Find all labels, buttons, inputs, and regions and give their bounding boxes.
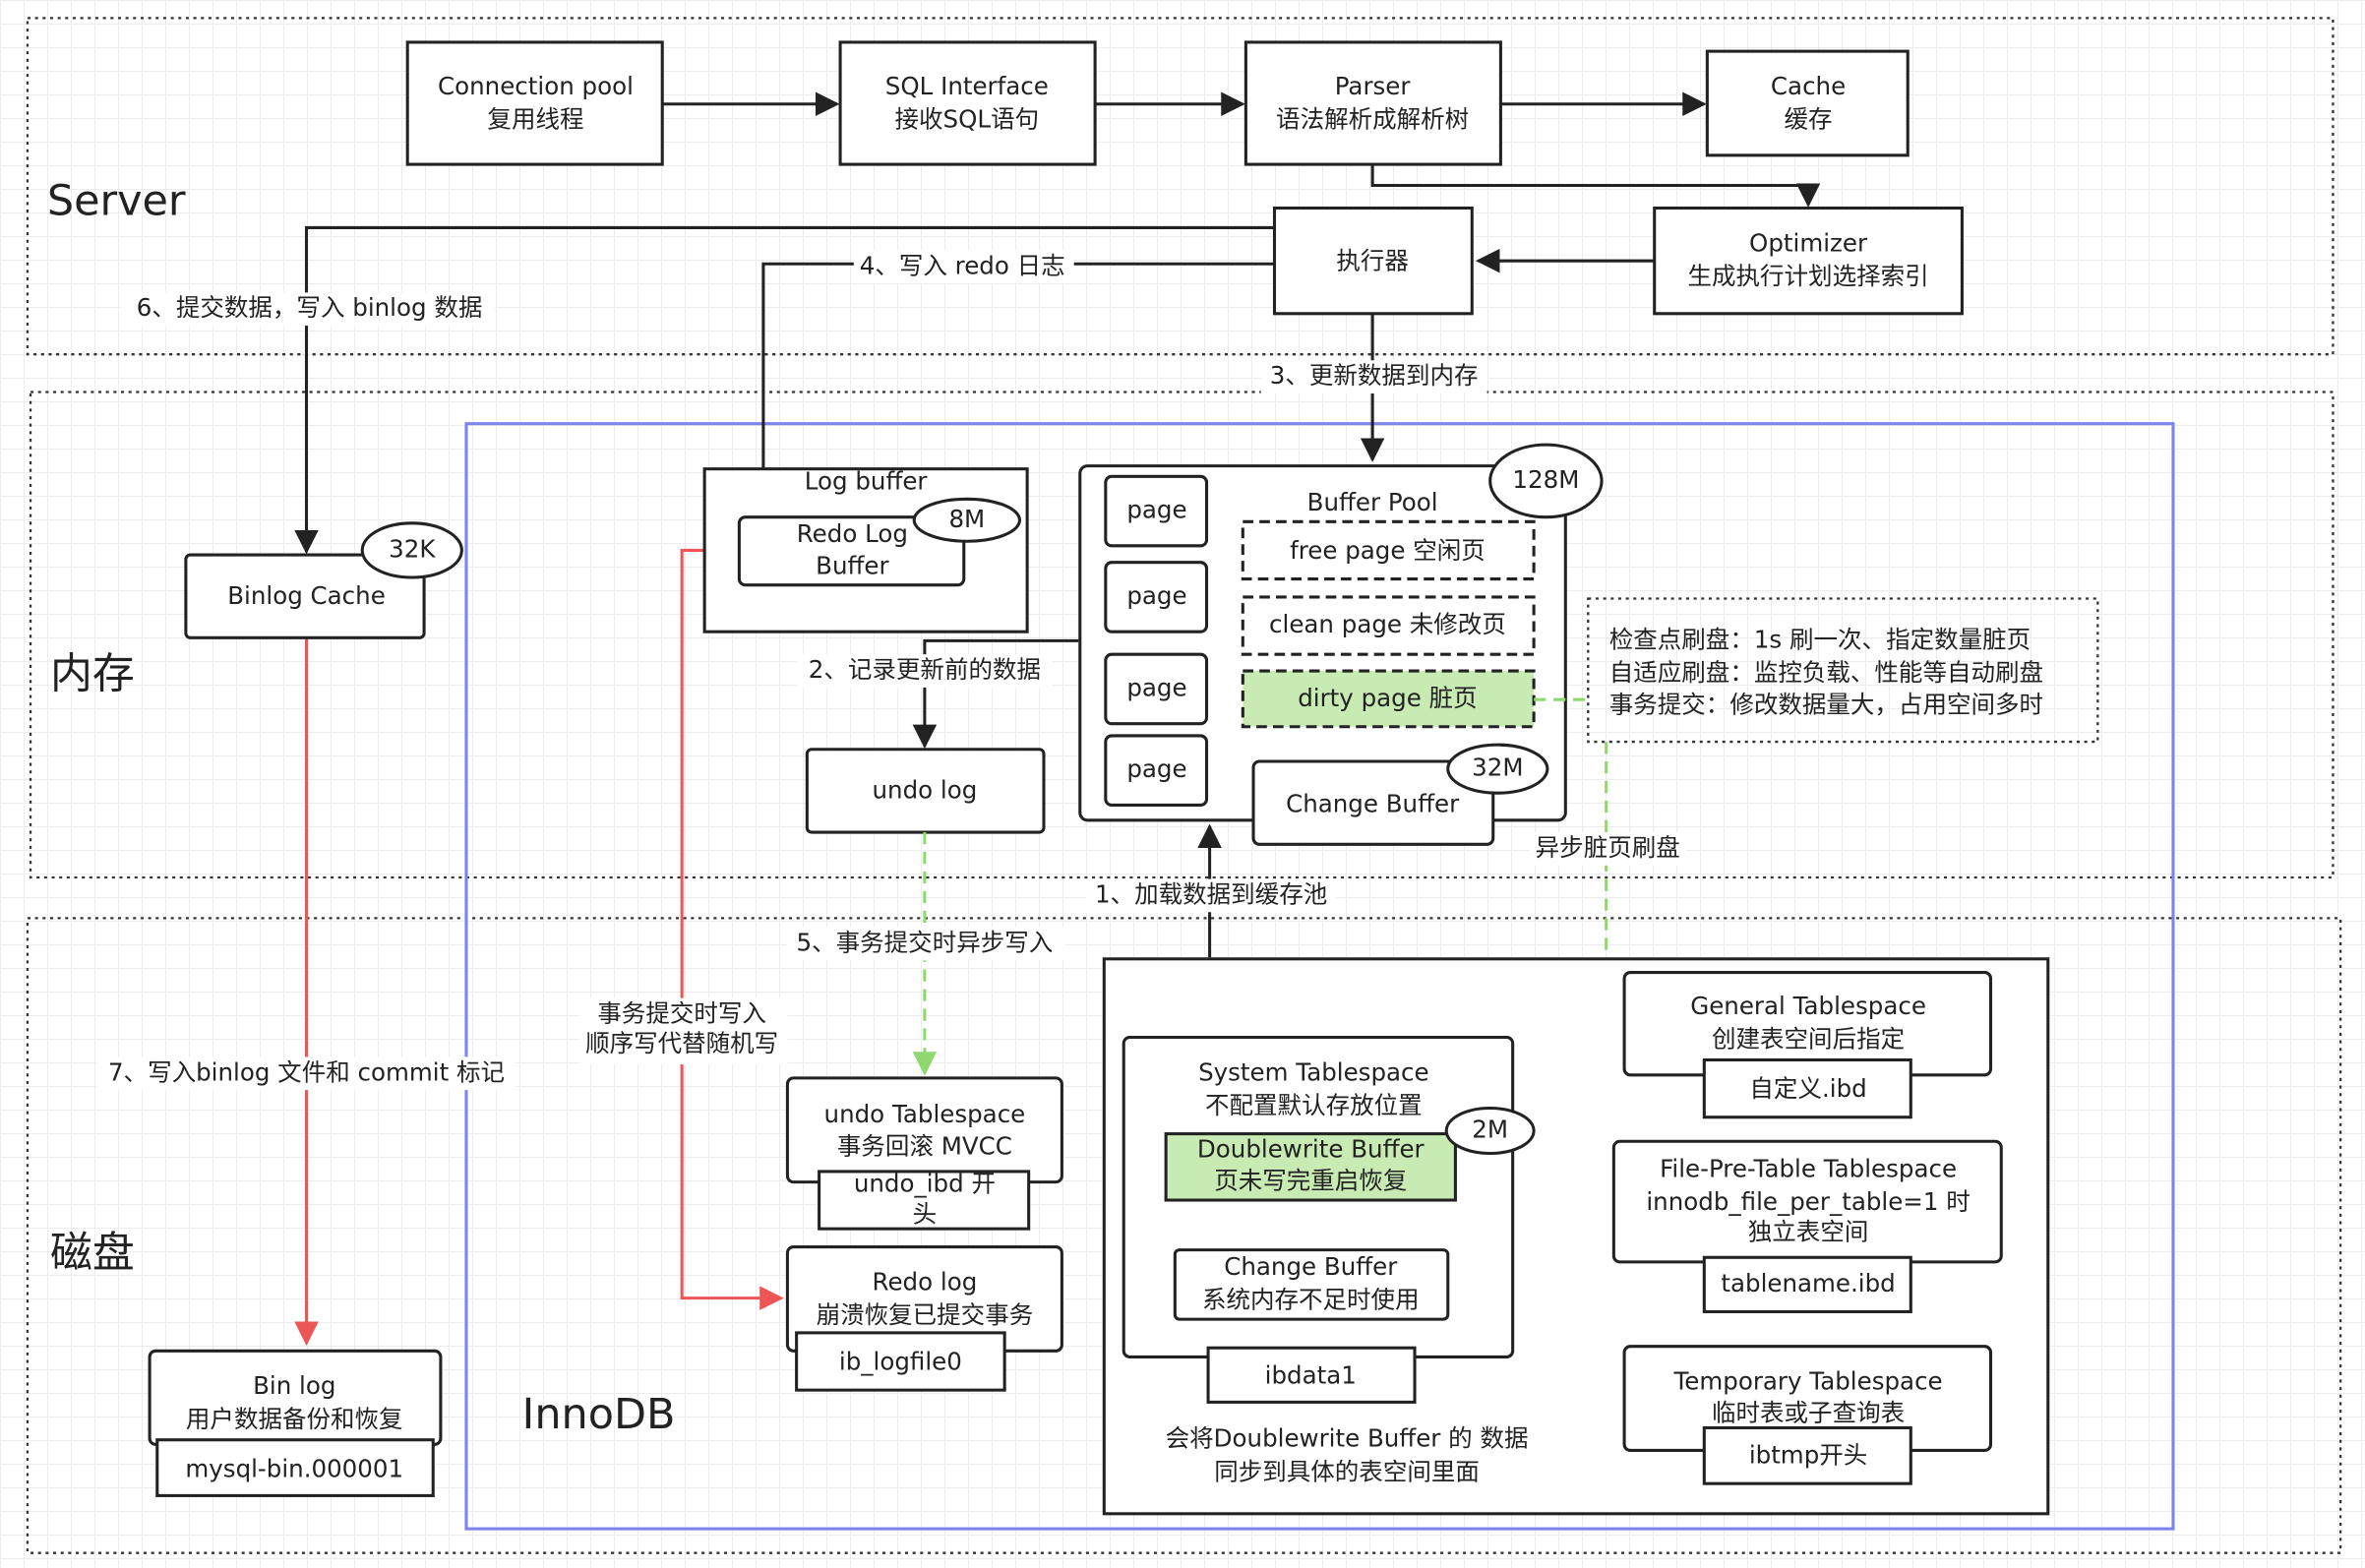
bin-log-box: Bin log 用户数据备份和恢复 mysql-bin.000001 <box>148 1349 443 1497</box>
redo-log-desc: 崩溃恢复已提交事务 <box>817 1300 1034 1329</box>
undo-log-title: undo log <box>873 776 978 805</box>
step-5-label: 5、事务提交时异步写入 <box>797 928 1054 956</box>
arrow-parser-to-optimizer <box>1370 164 1821 208</box>
ibdata-file: ibdata1 <box>1265 1360 1357 1389</box>
disk-label: 磁盘 <box>50 1229 135 1278</box>
redo-commit-label-1: 事务提交时写入 <box>597 999 766 1028</box>
file-per-table-title: File-Pre-Table Tablespace <box>1660 1154 1957 1182</box>
binlog-cache-box: Binlog Cache 32K <box>184 521 463 639</box>
temporary-tablespace-title: Temporary Tablespace <box>1672 1366 1942 1395</box>
optimizer-box: Optimizer 生成执行计划选择索引 <box>1653 206 1964 316</box>
change-buffer-title: Change Buffer <box>1286 789 1460 817</box>
general-tablespace-title: General Tablespace <box>1690 992 1926 1020</box>
change-buffer-size: 32M <box>1472 754 1523 782</box>
cache-desc: 缓存 <box>1785 105 1833 134</box>
step-3-label: 3、更新数据到内存 <box>1270 361 1479 390</box>
redo-commit-label-2: 顺序写代替随机写 <box>585 1029 778 1057</box>
undo-file: undo_ibd 开 <box>854 1170 996 1198</box>
sql-interface-title: SQL Interface <box>885 72 1049 100</box>
log-buffer-box: Log buffer Redo Log Buffer 8M <box>702 466 1029 633</box>
connection-pool-title: Connection pool <box>438 72 634 100</box>
page-item: page <box>1126 496 1186 524</box>
sql-interface-desc: 接收SQL语句 <box>895 105 1040 134</box>
parser-box: Parser 语法解析成解析树 <box>1243 40 1502 166</box>
doublewrite-note-line: 同步到具体的表空间里面 <box>1214 1457 1480 1485</box>
log-buffer-size: 8M <box>948 505 985 533</box>
flush-note-line: 自适应刷盘：监控负载、性能等自动刷盘 <box>1609 658 2043 687</box>
bin-log-title: Bin log <box>253 1371 335 1400</box>
binlog-cache-size: 32K <box>389 534 436 563</box>
redo-log-buffer-title: Redo Log <box>797 519 908 548</box>
undo-tablespace-title: undo Tablespace <box>824 1100 1026 1128</box>
change-buffer-disk-desc: 系统内存不足时使用 <box>1202 1286 1420 1314</box>
buffer-pool-size: 128M <box>1512 465 1579 494</box>
sql-interface-box: SQL Interface 接收SQL语句 <box>838 40 1097 166</box>
step-4-label: 4、写入 redo 日志 <box>860 251 1065 279</box>
doublewrite-size: 2M <box>1472 1116 1508 1144</box>
file-per-table-file: tablename.ibd <box>1721 1269 1895 1297</box>
temporary-tablespace-desc: 临时表或子查询表 <box>1712 1399 1905 1427</box>
system-tablespace-box: System Tablespace 不配置默认存放位置 Doublewrite … <box>1122 1035 1536 1404</box>
buffer-pool-title: Buffer Pool <box>1307 488 1438 516</box>
step-7-label: 7、写入binlog 文件和 commit 标记 <box>108 1057 505 1086</box>
step-1-label: 1、加载数据到缓存池 <box>1095 879 1327 908</box>
free-page: free page 空闲页 <box>1290 536 1486 565</box>
mysql-architecture-diagram: Server 内存 磁盘 InnoDB Connection pool 复用线程… <box>26 17 2342 1554</box>
cache-title: Cache <box>1771 72 1846 100</box>
temporary-tablespace-file: ibtmp开头 <box>1749 1441 1867 1470</box>
cache-box: Cache 缓存 <box>1705 49 1910 157</box>
parser-title: Parser <box>1335 72 1412 100</box>
undo-file-2: 头 <box>913 1199 938 1228</box>
step-2-label: 2、记录更新前的数据 <box>809 655 1041 684</box>
step-6-label: 6、提交数据，写入 binlog 数据 <box>137 293 483 322</box>
file-per-table-desc: innodb_file_per_table=1 时 <box>1646 1187 1970 1216</box>
log-buffer-title: Log buffer <box>805 466 929 495</box>
doublewrite-note-line: 会将Doublewrite Buffer 的 数据 <box>1166 1424 1529 1453</box>
async-flush-label: 异步脏页刷盘 <box>1536 833 1680 862</box>
innodb-label: InnoDB <box>522 1390 676 1439</box>
page-item: page <box>1126 673 1186 701</box>
page-item: page <box>1126 754 1186 783</box>
parser-desc: 语法解析成解析树 <box>1276 105 1469 134</box>
optimizer-title: Optimizer <box>1749 228 1868 257</box>
executor-box: 执行器 <box>1272 206 1474 316</box>
optimizer-desc: 生成执行计划选择索引 <box>1687 262 1928 290</box>
arrow-redo-buffer-to-redo-log <box>680 548 784 1310</box>
undo-tablespace-desc: 事务回滚 MVCC <box>837 1131 1012 1160</box>
redo-log-buffer-title-2: Buffer <box>816 551 889 579</box>
system-tablespace-desc: 不配置默认存放位置 <box>1205 1091 1423 1119</box>
change-buffer-disk-title: Change Buffer <box>1224 1252 1398 1281</box>
binlog-cache-title: Binlog Cache <box>227 581 386 610</box>
diagram-canvas: Server 内存 磁盘 InnoDB Connection pool 复用线程… <box>0 0 2365 1568</box>
redo-log-box: Redo log 崩溃恢复已提交事务 ib_logfile0 <box>785 1245 1063 1392</box>
redo-log-title: Redo log <box>873 1267 978 1296</box>
doublewrite-buffer-title: Doublewrite Buffer <box>1197 1134 1425 1163</box>
doublewrite-buffer-desc: 页未写完重启恢复 <box>1214 1167 1407 1195</box>
page-item: page <box>1126 581 1186 610</box>
memory-label: 内存 <box>50 650 135 699</box>
file-per-table-desc-2: 独立表空间 <box>1748 1218 1869 1246</box>
general-tablespace-file: 自定义.ibd <box>1749 1074 1866 1103</box>
system-tablespace-title: System Tablespace <box>1198 1057 1429 1086</box>
connection-pool-box: Connection pool 复用线程 <box>405 40 664 166</box>
general-tablespace-desc: 创建表空间后指定 <box>1712 1025 1905 1054</box>
flush-note-line: 事务提交：修改数据量大，占用空间多时 <box>1609 690 2043 718</box>
bin-log-file: mysql-bin.000001 <box>185 1454 403 1482</box>
connection-pool-desc: 复用线程 <box>487 105 583 134</box>
server-label: Server <box>47 176 186 225</box>
dirty-page: dirty page 脏页 <box>1298 684 1477 712</box>
flush-note: 检查点刷盘：1s 刷一次、指定数量脏页 自适应刷盘：监控负载、性能等自动刷盘 事… <box>1587 597 2099 744</box>
bin-log-desc: 用户数据备份和恢复 <box>186 1405 403 1433</box>
flush-note-line: 检查点刷盘：1s 刷一次、指定数量脏页 <box>1609 625 2031 653</box>
undo-log-box: undo log <box>805 748 1046 834</box>
undo-tablespace-box: undo Tablespace 事务回滚 MVCC undo_ibd 开 头 <box>785 1076 1063 1231</box>
executor-title: 执行器 <box>1336 247 1409 275</box>
clean-page: clean page 未修改页 <box>1269 610 1506 638</box>
redo-log-file: ib_logfile0 <box>839 1348 962 1376</box>
